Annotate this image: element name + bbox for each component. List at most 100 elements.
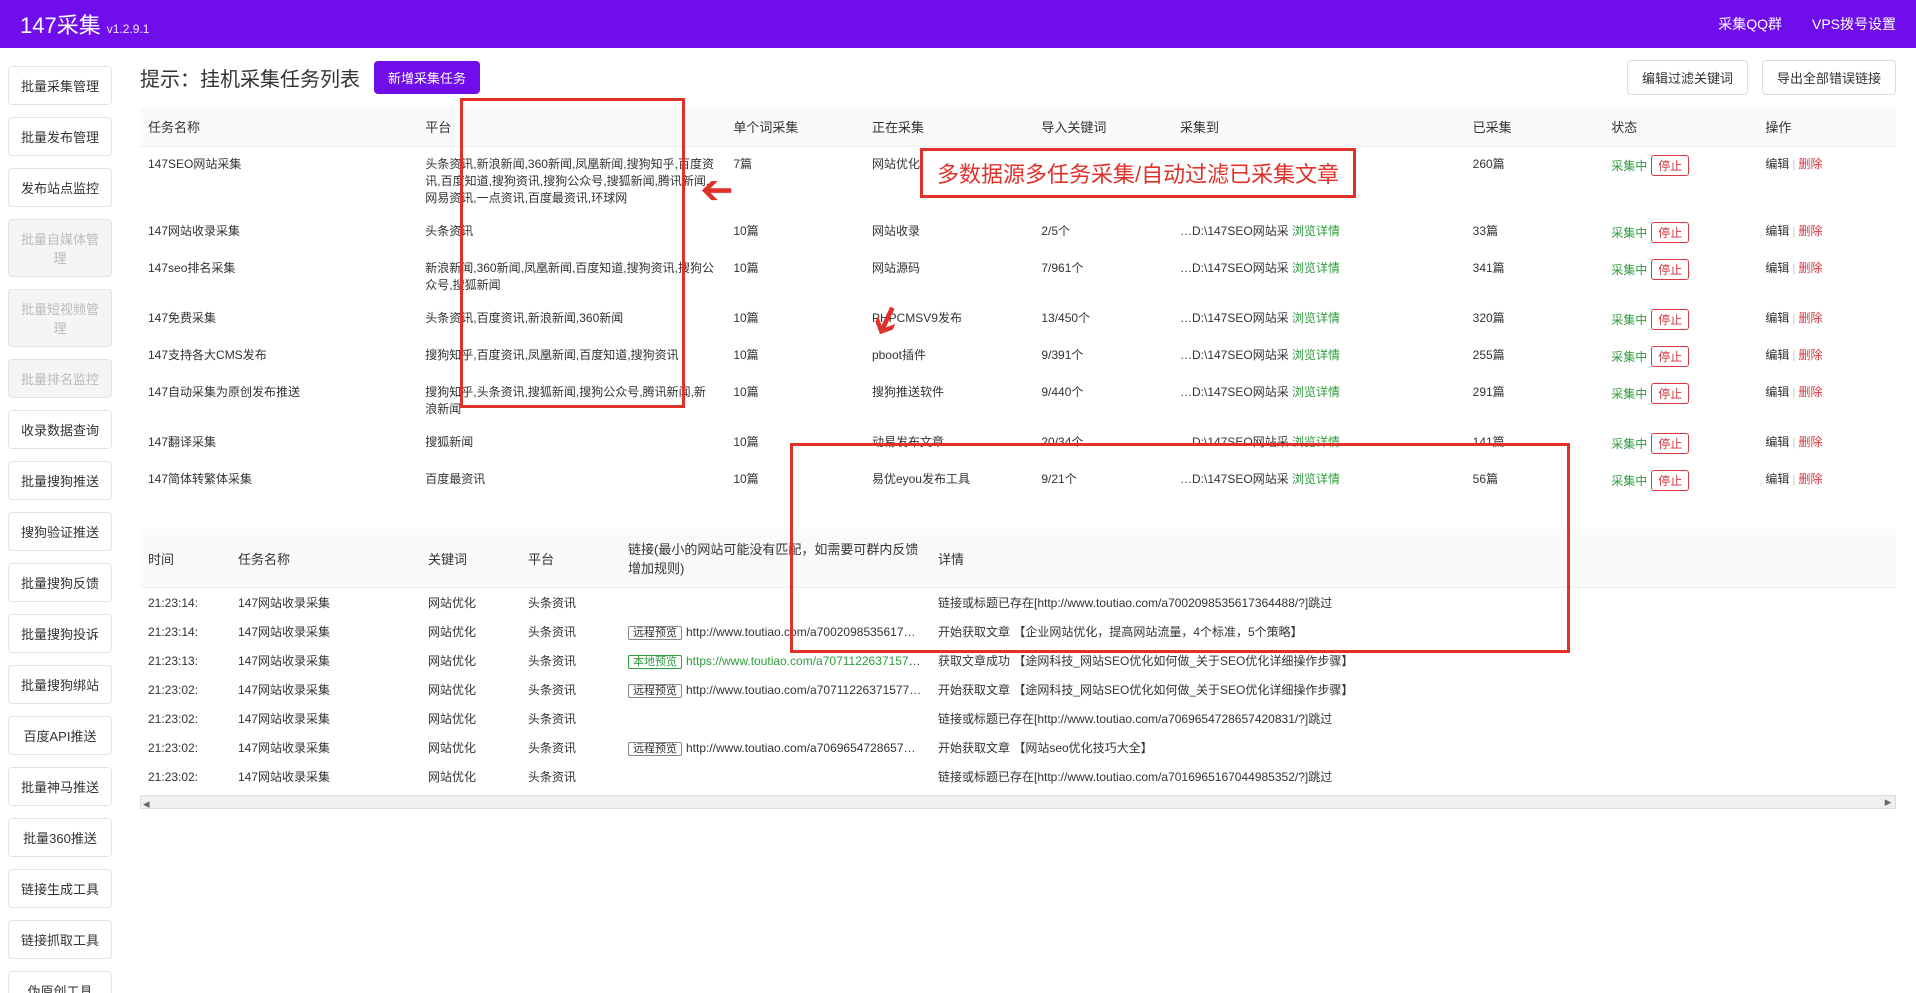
browse-detail-link[interactable]: 浏览详情 bbox=[1292, 472, 1340, 486]
remote-preview-tag[interactable]: 远程预览 bbox=[628, 626, 682, 640]
edit-link[interactable]: 编辑 bbox=[1765, 311, 1789, 325]
log-time: 21:23:02: bbox=[140, 762, 230, 791]
stop-button[interactable]: 停止 bbox=[1651, 155, 1689, 176]
horizontal-scrollbar[interactable]: ◂ ▸ bbox=[140, 795, 1896, 809]
log-time: 21:23:02: bbox=[140, 733, 230, 762]
scroll-right-icon[interactable]: ▸ bbox=[1881, 796, 1895, 808]
stop-button[interactable]: 停止 bbox=[1651, 309, 1689, 330]
stop-button[interactable]: 停止 bbox=[1651, 346, 1689, 367]
log-url[interactable]: http://www.toutiao.com/a7071122637157712… bbox=[686, 683, 930, 697]
col-importkw: 导入关键词 bbox=[1033, 107, 1172, 147]
edit-link[interactable]: 编辑 bbox=[1765, 157, 1789, 171]
stop-button[interactable]: 停止 bbox=[1651, 383, 1689, 404]
task-name: 147支持各大CMS发布 bbox=[140, 338, 417, 375]
delete-link[interactable]: 删除 bbox=[1798, 348, 1822, 362]
log-row: 21:23:02:147网站收录采集网站优化头条资讯链接或标题已存在[http:… bbox=[140, 762, 1896, 791]
col-perword: 单个词采集 bbox=[725, 107, 864, 147]
stop-button[interactable]: 停止 bbox=[1651, 433, 1689, 454]
log-keyword: 网站优化 bbox=[420, 646, 520, 675]
task-collecting: 动易发布文章 bbox=[864, 425, 1033, 462]
edit-link[interactable]: 编辑 bbox=[1765, 348, 1789, 362]
stop-button[interactable]: 停止 bbox=[1651, 259, 1689, 280]
col-actions: 操作 bbox=[1757, 107, 1896, 147]
task-name: 147简体转繁体采集 bbox=[140, 462, 417, 499]
local-preview-tag[interactable]: 本地预览 bbox=[628, 655, 682, 669]
stop-button[interactable]: 停止 bbox=[1651, 222, 1689, 243]
col-status: 状态 bbox=[1603, 107, 1757, 147]
remote-preview-tag[interactable]: 远程预览 bbox=[628, 742, 682, 756]
scroll-left-icon[interactable]: ◂ bbox=[143, 796, 150, 812]
delete-link[interactable]: 删除 bbox=[1798, 472, 1822, 486]
sidebar-item-0[interactable]: 批量采集管理 bbox=[8, 66, 112, 105]
sidebar-item-8[interactable]: 搜狗验证推送 bbox=[8, 512, 112, 551]
sidebar-item-6[interactable]: 收录数据查询 bbox=[8, 410, 112, 449]
stop-button[interactable]: 停止 bbox=[1651, 470, 1689, 491]
sidebar-item-16[interactable]: 链接抓取工具 bbox=[8, 920, 112, 959]
browse-detail-link[interactable]: 浏览详情 bbox=[1292, 311, 1340, 325]
sidebar-item-15[interactable]: 链接生成工具 bbox=[8, 869, 112, 908]
log-url[interactable]: http://www.toutiao.com/a7069654728657420… bbox=[686, 741, 930, 755]
log-link: 本地预览 https://www.toutiao.com/a70711226371… bbox=[620, 646, 930, 675]
delete-link[interactable]: 删除 bbox=[1798, 311, 1822, 325]
task-importkw: 9/440个 bbox=[1033, 375, 1172, 425]
task-collecting: 网站源码 bbox=[864, 251, 1033, 301]
task-platform: 搜狗知乎,头条资讯,搜狐新闻,搜狗公众号,腾讯新闻,新浪新闻 bbox=[417, 375, 725, 425]
browse-detail-link[interactable]: 浏览详情 bbox=[1292, 261, 1340, 275]
task-collectto: …D:\147SEO网站采 浏览详情 bbox=[1172, 462, 1465, 499]
sidebar-item-11[interactable]: 批量搜狗绑站 bbox=[8, 665, 112, 704]
edit-filter-button[interactable]: 编辑过滤关键词 bbox=[1627, 60, 1748, 95]
log-detail: 链接或标题已存在[http://www.toutiao.com/a7016965… bbox=[930, 762, 1896, 791]
edit-link[interactable]: 编辑 bbox=[1765, 472, 1789, 486]
log-platform: 头条资讯 bbox=[520, 588, 620, 618]
task-perword: 7篇 bbox=[725, 147, 864, 215]
export-errors-button[interactable]: 导出全部错误链接 bbox=[1762, 60, 1896, 95]
browse-detail-link[interactable]: 浏览详情 bbox=[1292, 385, 1340, 399]
sidebar-item-10[interactable]: 批量搜狗投诉 bbox=[8, 614, 112, 653]
sidebar-item-13[interactable]: 批量神马推送 bbox=[8, 767, 112, 806]
sidebar-item-2[interactable]: 发布站点监控 bbox=[8, 168, 112, 207]
log-row: 21:23:13:147网站收录采集网站优化头条资讯本地预览https://ww… bbox=[140, 646, 1896, 675]
delete-link[interactable]: 删除 bbox=[1798, 435, 1822, 449]
edit-link[interactable]: 编辑 bbox=[1765, 385, 1789, 399]
task-row: 147网站收录采集头条资讯10篇网站收录2/5个…D:\147SEO网站采 浏览… bbox=[140, 214, 1896, 251]
sidebar-item-17[interactable]: 伪原创工具 bbox=[8, 971, 112, 993]
log-detail: 开始获取文章 【网站seo优化技巧大全】 bbox=[930, 733, 1896, 762]
task-actions: 编辑|删除 bbox=[1757, 147, 1896, 215]
qq-group-link[interactable]: 采集QQ群 bbox=[1718, 14, 1782, 34]
add-task-button[interactable]: 新增采集任务 bbox=[374, 61, 480, 94]
delete-link[interactable]: 删除 bbox=[1798, 385, 1822, 399]
task-collecting: 易优eyou发布工具 bbox=[864, 462, 1033, 499]
task-collectto: …D:\147SEO网站采 浏览详情 bbox=[1172, 251, 1465, 301]
sidebar-item-14[interactable]: 批量360推送 bbox=[8, 818, 112, 857]
edit-link[interactable]: 编辑 bbox=[1765, 435, 1789, 449]
delete-link[interactable]: 删除 bbox=[1798, 224, 1822, 238]
task-status: 采集中停止 bbox=[1603, 425, 1757, 462]
sidebar-item-1[interactable]: 批量发布管理 bbox=[8, 117, 112, 156]
log-url[interactable]: http://www.toutiao.com/a7002098535617364… bbox=[686, 625, 930, 639]
browse-detail-link[interactable]: 浏览详情 bbox=[1292, 435, 1340, 449]
remote-preview-tag[interactable]: 远程预览 bbox=[628, 684, 682, 698]
task-platform: 搜狗知乎,百度资讯,凤凰新闻,百度知道,搜狗资讯 bbox=[417, 338, 725, 375]
delete-link[interactable]: 删除 bbox=[1798, 261, 1822, 275]
task-platform: 百度最资讯 bbox=[417, 462, 725, 499]
task-actions: 编辑|删除 bbox=[1757, 214, 1896, 251]
page-heading: 提示：挂机采集任务列表 bbox=[140, 63, 360, 92]
sidebar-item-12[interactable]: 百度API推送 bbox=[8, 716, 112, 755]
sidebar-item-7[interactable]: 批量搜狗推送 bbox=[8, 461, 112, 500]
log-name: 147网站收录采集 bbox=[230, 646, 420, 675]
log-platform: 头条资讯 bbox=[520, 646, 620, 675]
browse-detail-link[interactable]: 浏览详情 bbox=[1292, 348, 1340, 362]
annotation-callout: 多数据源多任务采集/自动过滤已采集文章 bbox=[920, 148, 1356, 198]
vps-settings-link[interactable]: VPS拨号设置 bbox=[1812, 14, 1896, 34]
task-name: 147网站收录采集 bbox=[140, 214, 417, 251]
sidebar-item-9[interactable]: 批量搜狗反馈 bbox=[8, 563, 112, 602]
edit-link[interactable]: 编辑 bbox=[1765, 261, 1789, 275]
task-platform: 搜狐新闻 bbox=[417, 425, 725, 462]
log-name: 147网站收录采集 bbox=[230, 704, 420, 733]
delete-link[interactable]: 删除 bbox=[1798, 157, 1822, 171]
log-url[interactable]: https://www.toutiao.com/a707112263715771… bbox=[686, 654, 930, 668]
log-keyword: 网站优化 bbox=[420, 762, 520, 791]
edit-link[interactable]: 编辑 bbox=[1765, 224, 1789, 238]
log-row: 21:23:02:147网站收录采集网站优化头条资讯链接或标题已存在[http:… bbox=[140, 704, 1896, 733]
browse-detail-link[interactable]: 浏览详情 bbox=[1292, 224, 1340, 238]
